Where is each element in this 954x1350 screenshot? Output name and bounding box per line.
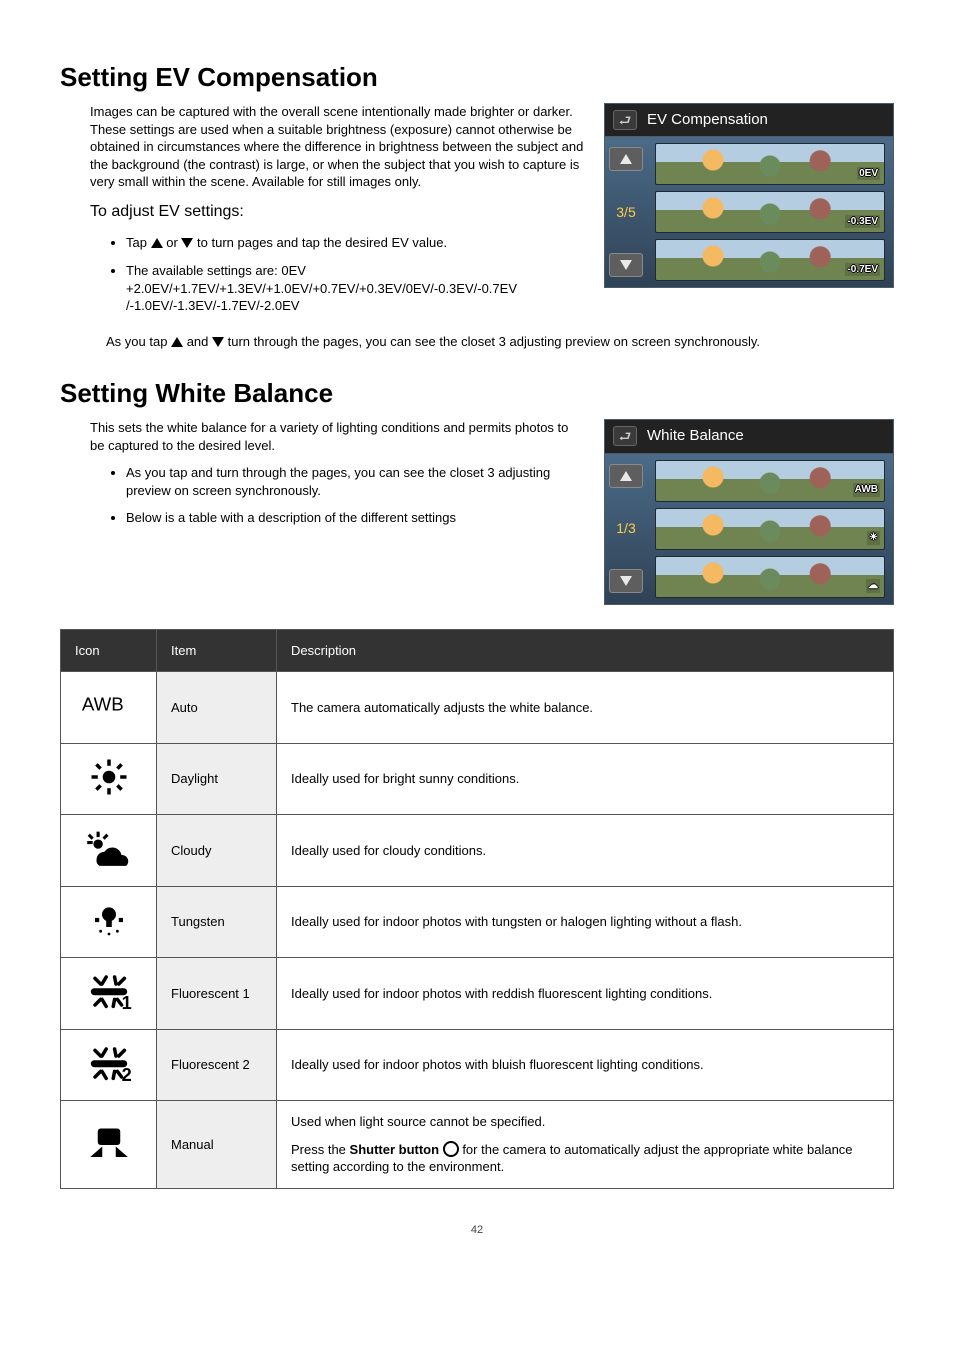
cell-item: Fluorescent 1 [157,958,277,1030]
wb-table: Icon Item Description AWB Auto The camer… [60,629,894,1189]
table-row: 1 Fluorescent 1 Ideally used for indoor … [61,958,894,1030]
ui-up-button[interactable] [609,147,643,171]
table-row: Cloudy Ideally used for cloudy condition… [61,815,894,887]
fluorescent-1-icon: 1 [61,958,157,1030]
ev-ui-screenshot: ⮐ EV Compensation 3/5 0EV -0.3EV -0.7EV [604,103,894,288]
cell-desc: The camera automatically adjusts the whi… [277,672,894,744]
ev-note: As you tap and turn through the pages, y… [90,333,894,351]
cell-item: Auto [157,672,277,744]
cell-item: Daylight [157,743,277,815]
wb-ui-title: White Balance [647,426,744,446]
cell-desc: Ideally used for cloudy conditions. [277,815,894,887]
down-arrow-icon [212,337,224,347]
table-row: Tungsten Ideally used for indoor photos … [61,886,894,958]
table-row: Manual Used when light source cannot be … [61,1101,894,1189]
wb-intro: This sets the white balance for a variet… [90,419,584,454]
awb-icon: AWB [61,672,157,744]
ui-up-button[interactable] [609,464,643,488]
up-arrow-icon [171,337,183,347]
back-icon[interactable]: ⮐ [613,110,637,130]
ev-bullet-1: Tap or to turn pages and tap the desired… [126,234,584,252]
cell-desc: Ideally used for indoor photos with redd… [277,958,894,1030]
svg-text:AWB: AWB [81,694,123,715]
cell-desc: Ideally used for indoor photos with tung… [277,886,894,958]
ev-preview-1[interactable]: 0EV [655,143,885,185]
shutter-icon [443,1141,459,1157]
wb-bullet-2: Below is a table with a description of t… [126,509,584,527]
wb-heading: Setting White Balance [60,376,894,411]
table-header-row: Icon Item Description [61,629,894,672]
cell-desc: Ideally used for bright sunny conditions… [277,743,894,815]
wb-preview-1[interactable]: AWB [655,460,885,502]
ev-preview-2[interactable]: -0.3EV [655,191,885,233]
th-icon: Icon [61,629,157,672]
th-item: Item [157,629,277,672]
daylight-icon [61,743,157,815]
table-row: 2 Fluorescent 2 Ideally used for indoor … [61,1029,894,1101]
wb-preview-3[interactable]: ☁ [655,556,885,598]
ev-bullet-2: The available settings are: 0EV +2.0EV/+… [126,262,584,315]
wb-bullet-1: As you tap and turn through the pages, y… [126,464,584,499]
ev-ui-page: 3/5 [616,203,635,222]
fluorescent-2-icon: 2 [61,1029,157,1101]
table-row: AWB Auto The camera automatically adjust… [61,672,894,744]
table-row: Daylight Ideally used for bright sunny c… [61,743,894,815]
ui-down-button[interactable] [609,253,643,277]
ev-preview-3[interactable]: -0.7EV [655,239,885,281]
th-desc: Description [277,629,894,672]
cell-desc: Used when light source cannot be specifi… [277,1101,894,1189]
cloudy-icon [61,815,157,887]
down-arrow-icon [181,238,193,248]
up-arrow-icon [151,238,163,248]
ui-down-button[interactable] [609,569,643,593]
ev-intro: Images can be captured with the overall … [90,103,584,191]
tungsten-icon [61,886,157,958]
ev-heading: Setting EV Compensation [60,60,894,95]
wb-ui-page: 1/3 [616,519,635,538]
ev-ui-title: EV Compensation [647,110,768,130]
wb-ui-screenshot: ⮐ White Balance 1/3 AWB ☀ ☁ [604,419,894,604]
svg-text:2: 2 [121,1065,131,1084]
page-number: 42 [60,1223,894,1238]
cell-item: Tungsten [157,886,277,958]
wb-preview-2[interactable]: ☀ [655,508,885,550]
manual-wb-icon [61,1101,157,1189]
ev-subhead: To adjust EV settings: [90,201,584,223]
cell-item: Manual [157,1101,277,1189]
cell-desc: Ideally used for indoor photos with blui… [277,1029,894,1101]
svg-text:1: 1 [121,993,131,1012]
back-icon[interactable]: ⮐ [613,426,637,446]
cell-item: Fluorescent 2 [157,1029,277,1101]
shutter-button-label: Shutter button [350,1142,440,1157]
cell-item: Cloudy [157,815,277,887]
